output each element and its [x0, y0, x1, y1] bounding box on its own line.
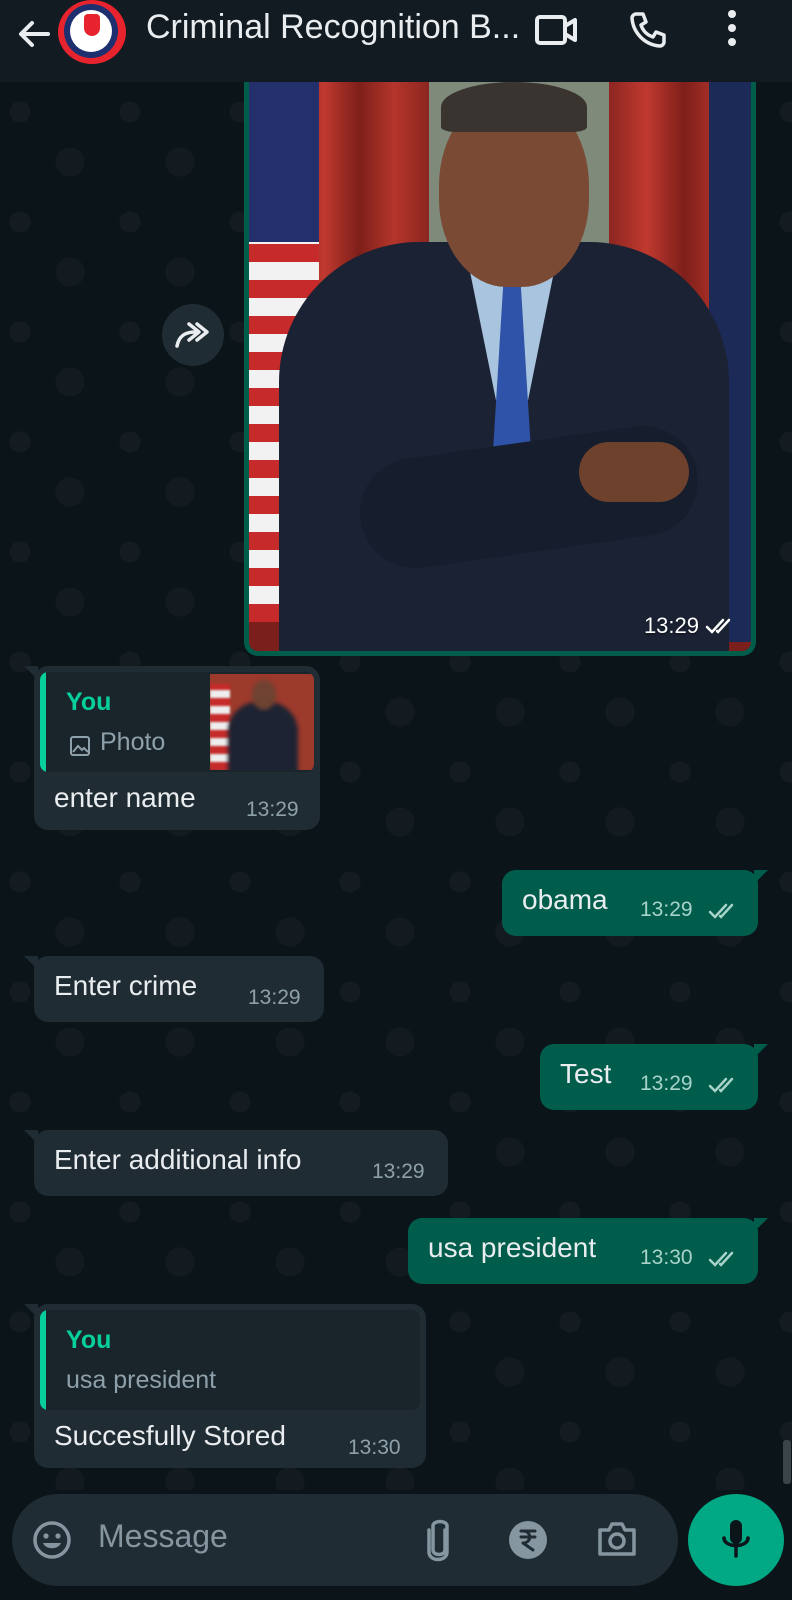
outgoing-message[interactable]: usa president 13:30 [408, 1218, 768, 1284]
more-options-button[interactable] [722, 8, 742, 53]
message-time: 13:29 [248, 986, 301, 1009]
message-time: 13:29 [640, 1072, 693, 1095]
emoji-icon[interactable] [32, 1520, 72, 1560]
forward-button[interactable] [162, 304, 224, 366]
message-time: 13:30 [640, 1246, 693, 1269]
chat-area[interactable]: 13:29 You Photo enter name 13:29 obama 1… [0, 82, 792, 1490]
quote-text: Photo [100, 728, 166, 756]
video-call-icon [535, 15, 577, 45]
arrow-left-icon [19, 21, 50, 47]
read-ticks-icon [708, 1251, 734, 1267]
incoming-message[interactable]: Enter additional info 13:29 [24, 1130, 448, 1196]
message-time: 13:29 [640, 898, 693, 921]
read-ticks-icon [708, 1077, 734, 1093]
quoted-message[interactable]: You usa president [40, 1310, 420, 1410]
video-call-button[interactable] [534, 12, 578, 53]
message-text: Enter crime [54, 970, 198, 1001]
incoming-message[interactable]: You Photo enter name 13:29 [24, 666, 320, 830]
message-text: Enter additional info [54, 1144, 302, 1175]
message-text: obama [522, 884, 608, 915]
scrollbar-thumb[interactable] [783, 1440, 791, 1484]
contact-avatar[interactable] [58, 0, 126, 64]
back-button[interactable] [14, 14, 54, 54]
message-time: 13:30 [348, 1436, 401, 1459]
quote-thumbnail [210, 674, 314, 770]
message-input[interactable]: Message [12, 1494, 678, 1586]
chat-title[interactable]: Criminal Recognition B... [146, 8, 526, 47]
quote-author: You [66, 688, 112, 716]
chat-header: Criminal Recognition B... [0, 0, 792, 82]
quote-text: usa president [66, 1366, 217, 1394]
read-ticks-icon [708, 903, 734, 919]
message-text: Succesfully Stored [54, 1420, 286, 1451]
photo-message[interactable]: 13:29 [244, 82, 756, 656]
quote-author: You [66, 1326, 112, 1354]
message-text: usa president [428, 1232, 597, 1263]
outgoing-message[interactable]: obama 13:29 [502, 870, 768, 936]
attach-icon[interactable] [424, 1516, 454, 1564]
microphone-icon [722, 1520, 750, 1558]
quoted-message[interactable]: You Photo [40, 672, 314, 772]
compose-bar: Message [0, 1490, 792, 1600]
camera-icon[interactable] [596, 1520, 638, 1558]
incoming-message[interactable]: You usa president Succesfully Stored 13:… [24, 1304, 426, 1468]
rupee-payment-icon[interactable] [508, 1520, 548, 1560]
message-text: enter name [54, 782, 196, 813]
message-time: 13:29 [644, 613, 735, 639]
message-time: 13:29 [246, 798, 299, 821]
outgoing-message[interactable]: Test 13:29 [540, 1044, 768, 1110]
message-time: 13:29 [372, 1160, 425, 1183]
message-text: Test [560, 1058, 612, 1089]
read-ticks-icon [705, 618, 731, 634]
voice-call-button[interactable] [628, 10, 668, 55]
incoming-message[interactable]: Enter crime 13:29 [24, 956, 324, 1022]
voice-record-button[interactable] [688, 1494, 784, 1586]
forward-icon [175, 322, 209, 348]
phone-icon [630, 12, 666, 48]
photo-icon [70, 736, 90, 756]
photo-time-text: 13:29 [643, 613, 699, 638]
more-vert-icon [728, 10, 736, 46]
message-placeholder[interactable]: Message [98, 1518, 228, 1555]
